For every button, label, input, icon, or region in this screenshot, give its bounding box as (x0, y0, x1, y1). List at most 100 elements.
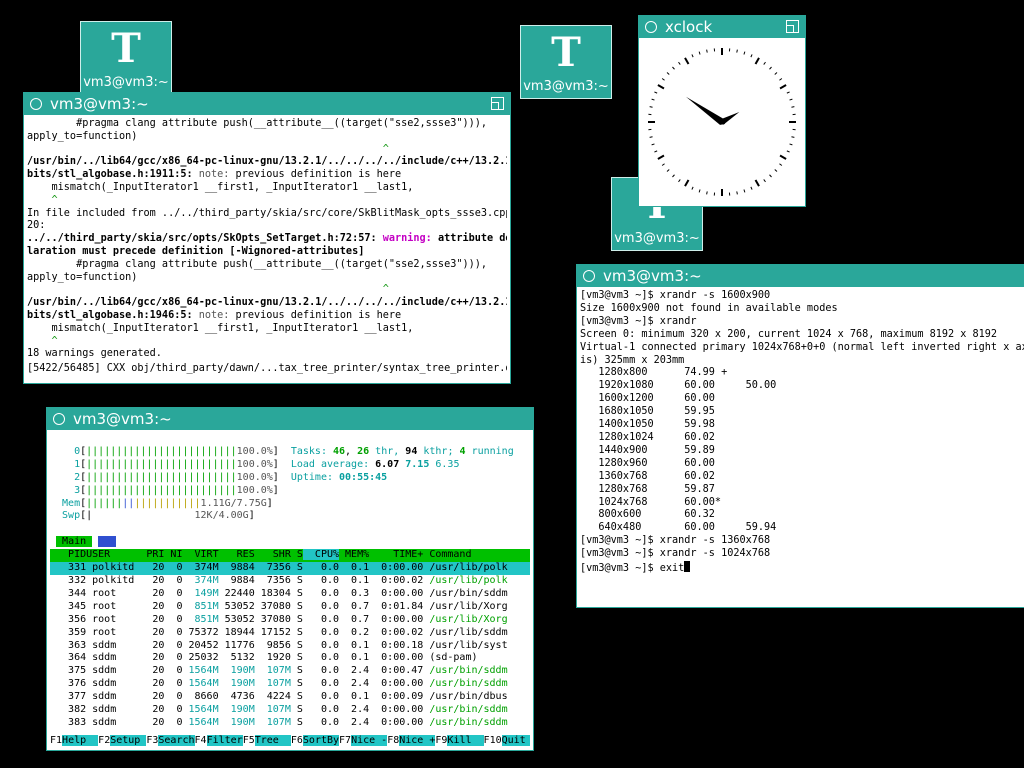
htop-window[interactable]: vm3@vm3:~ 0[|||||||||||||||||||||||||100… (46, 407, 534, 751)
title-bar[interactable]: vm3@vm3:~ (47, 408, 533, 430)
cell-shr: 107M (254, 716, 291, 728)
column-header-s[interactable]: S (291, 549, 303, 560)
minute-tick (661, 163, 665, 166)
minute-tick (774, 72, 778, 75)
cell-res: 5132 (218, 652, 255, 664)
cell-pid: 383 (50, 716, 87, 728)
cell-mem: 0.1 (339, 639, 370, 651)
table-row[interactable]: 356 root 20 0 851M 53052 37080 S 0.0 0.7… (50, 614, 530, 627)
fkey-f9-button[interactable]: Kill (447, 735, 484, 747)
terminal-output[interactable]: #pragma clang attribute push(__attribute… (27, 118, 507, 381)
table-row[interactable]: 382 sddm 20 0 1564M 190M 107M S 0.0 2.4 … (50, 704, 530, 717)
minute-tick (672, 174, 675, 178)
fkey-f1-button[interactable]: Help (62, 735, 99, 747)
cell-cpu: 0.0 (302, 691, 340, 703)
minute-tick (678, 61, 681, 65)
cell-user: sddm (86, 691, 141, 703)
terminal-line: Screen 0: minimum 320 x 200, current 102… (580, 329, 1024, 342)
htop-display[interactable]: 0[|||||||||||||||||||||||||100.0%] Tasks… (50, 433, 530, 748)
table-row[interactable]: 383 sddm 20 0 1564M 190M 107M S 0.0 2.4 … (50, 717, 530, 730)
maximize-icon[interactable] (786, 20, 799, 33)
column-header-shr[interactable]: SHR (255, 549, 291, 560)
table-row[interactable]: 364 sddm 20 0 25032 5132 1920 S 0.0 0.1 … (50, 652, 530, 665)
cpu-percent: 100.0% (236, 471, 273, 483)
cell-shr: 107M (254, 704, 291, 716)
table-row[interactable]: 375 sddm 20 0 1564M 190M 107M S 0.0 2.4 … (50, 665, 530, 678)
window-menu-icon[interactable] (645, 21, 657, 33)
fkey-f3-button[interactable]: Search (158, 735, 195, 747)
table-row[interactable]: 345 root 20 0 851M 53052 37080 S 0.0 0.7… (50, 601, 530, 614)
window-menu-icon[interactable] (53, 413, 65, 425)
column-header-pid[interactable]: PID (50, 549, 86, 560)
minute-tick (736, 191, 738, 195)
fkey-f2-button[interactable]: Setup (110, 735, 147, 747)
terminal-line: [5422/56485] CXX obj/third_party/dawn/..… (27, 361, 507, 376)
cell-mem: 0.7 (339, 613, 370, 625)
cell-res: 11776 (218, 639, 255, 651)
fkey-f7-button[interactable]: Nice - (351, 735, 388, 747)
fkey-f5-button[interactable]: Tree (254, 735, 291, 747)
xrandr-terminal-window[interactable]: vm3@vm3:~ [vm3@vm3 ~]$ xrandr -s 1600x90… (576, 264, 1024, 608)
column-header-time[interactable]: TIME+ (369, 549, 423, 560)
table-row[interactable]: 331 polkitd 20 0 374M 9884 7356 S 0.0 0.… (50, 562, 530, 575)
cell-shr: 17152 (254, 626, 291, 638)
cpu-id: 2 (50, 471, 81, 483)
build-terminal-window[interactable]: vm3@vm3:~ #pragma clang attribute push(_… (23, 92, 511, 384)
terminal-text: 1360x768 60.02 (580, 470, 715, 482)
table-row[interactable]: 377 sddm 20 0 8660 4736 4224 S 0.0 0.1 0… (50, 691, 530, 704)
fkey-f6-button[interactable]: SortBy (302, 735, 340, 747)
fkey-f7: F7 (339, 735, 352, 747)
cursor (684, 561, 691, 573)
desktop-icon-terminal-2[interactable]: T vm3@vm3:~ (520, 25, 612, 99)
cell-virt: 1564M (182, 716, 219, 728)
column-header-res[interactable]: RES (219, 549, 255, 560)
cell-ni: 0 (164, 665, 183, 677)
xclock-window[interactable]: xclock (638, 15, 806, 207)
window-menu-icon[interactable] (583, 270, 595, 282)
table-row[interactable]: 359 root 20 0 75372 18944 17152 S 0.0 0.… (50, 627, 530, 640)
terminal-text: [vm3@vm3 ~]$ exit (580, 563, 685, 575)
column-header-virt[interactable]: VIRT (182, 549, 219, 560)
cell-res: 18944 (218, 626, 255, 638)
table-row[interactable]: 363 sddm 20 0 20452 11776 9856 S 0.0 0.1… (50, 640, 530, 653)
table-row[interactable]: 332 polkitd 20 0 374M 9884 7356 S 0.0 0.… (50, 575, 530, 588)
column-header-mem[interactable]: MEM% (339, 549, 369, 560)
cell-virt: 374M (182, 562, 219, 574)
threads-count: 26 (357, 445, 370, 457)
minute-tick (698, 51, 701, 55)
terminal-line: is) 325mm x 203mm (580, 355, 1024, 368)
minute-tick (750, 186, 753, 190)
cell-mem: 2.4 (339, 678, 370, 690)
minute-tick (779, 78, 783, 81)
title-bar[interactable]: xclock (639, 16, 805, 38)
terminal-output[interactable]: [vm3@vm3 ~]$ xrandr -s 1600x900 Size 1600… (580, 290, 1024, 605)
column-header-pri[interactable]: PRI (140, 549, 164, 560)
title-bar[interactable]: vm3@vm3:~ (24, 93, 510, 115)
minute-tick (750, 54, 753, 58)
cell-command: /usr/lib/Xorg (423, 600, 508, 612)
cell-cpu: 0.0 (302, 587, 340, 599)
cell-cpu: 0.0 (302, 704, 340, 716)
column-header-command[interactable]: Command (423, 549, 471, 560)
cell-pid: 332 (50, 574, 87, 586)
tab-io[interactable]: I/O (98, 536, 117, 548)
tab-main[interactable]: Main (56, 536, 93, 548)
desktop-icon-terminal-1[interactable]: T vm3@vm3:~ (80, 21, 172, 95)
title-bar[interactable]: vm3@vm3:~ (577, 265, 1024, 287)
table-row[interactable]: 376 sddm 20 0 1564M 190M 107M S 0.0 2.4 … (50, 678, 530, 691)
table-row[interactable]: 344 root 20 0 149M 22440 18304 S 0.0 0.3… (50, 588, 530, 601)
cell-res: 190M (218, 665, 255, 677)
column-header-cpu[interactable]: CPU% (302, 549, 340, 561)
fkey-f4-button[interactable]: Filter (206, 735, 243, 747)
column-header-ni[interactable]: NI (164, 549, 182, 560)
cell-user: polkitd (86, 562, 141, 574)
column-header-user[interactable]: USER (86, 549, 140, 560)
fkey-f10-button[interactable]: Quit (501, 735, 530, 747)
cell-time: 0:00.00 (369, 613, 424, 625)
cell-cpu: 0.0 (302, 639, 340, 651)
fkey-f8-button[interactable]: Nice + (399, 735, 436, 747)
terminal-text: 1024x768 60.00* (580, 496, 722, 508)
window-menu-icon[interactable] (30, 98, 42, 110)
cell-shr: 1920 (254, 652, 291, 664)
maximize-icon[interactable] (491, 97, 504, 110)
